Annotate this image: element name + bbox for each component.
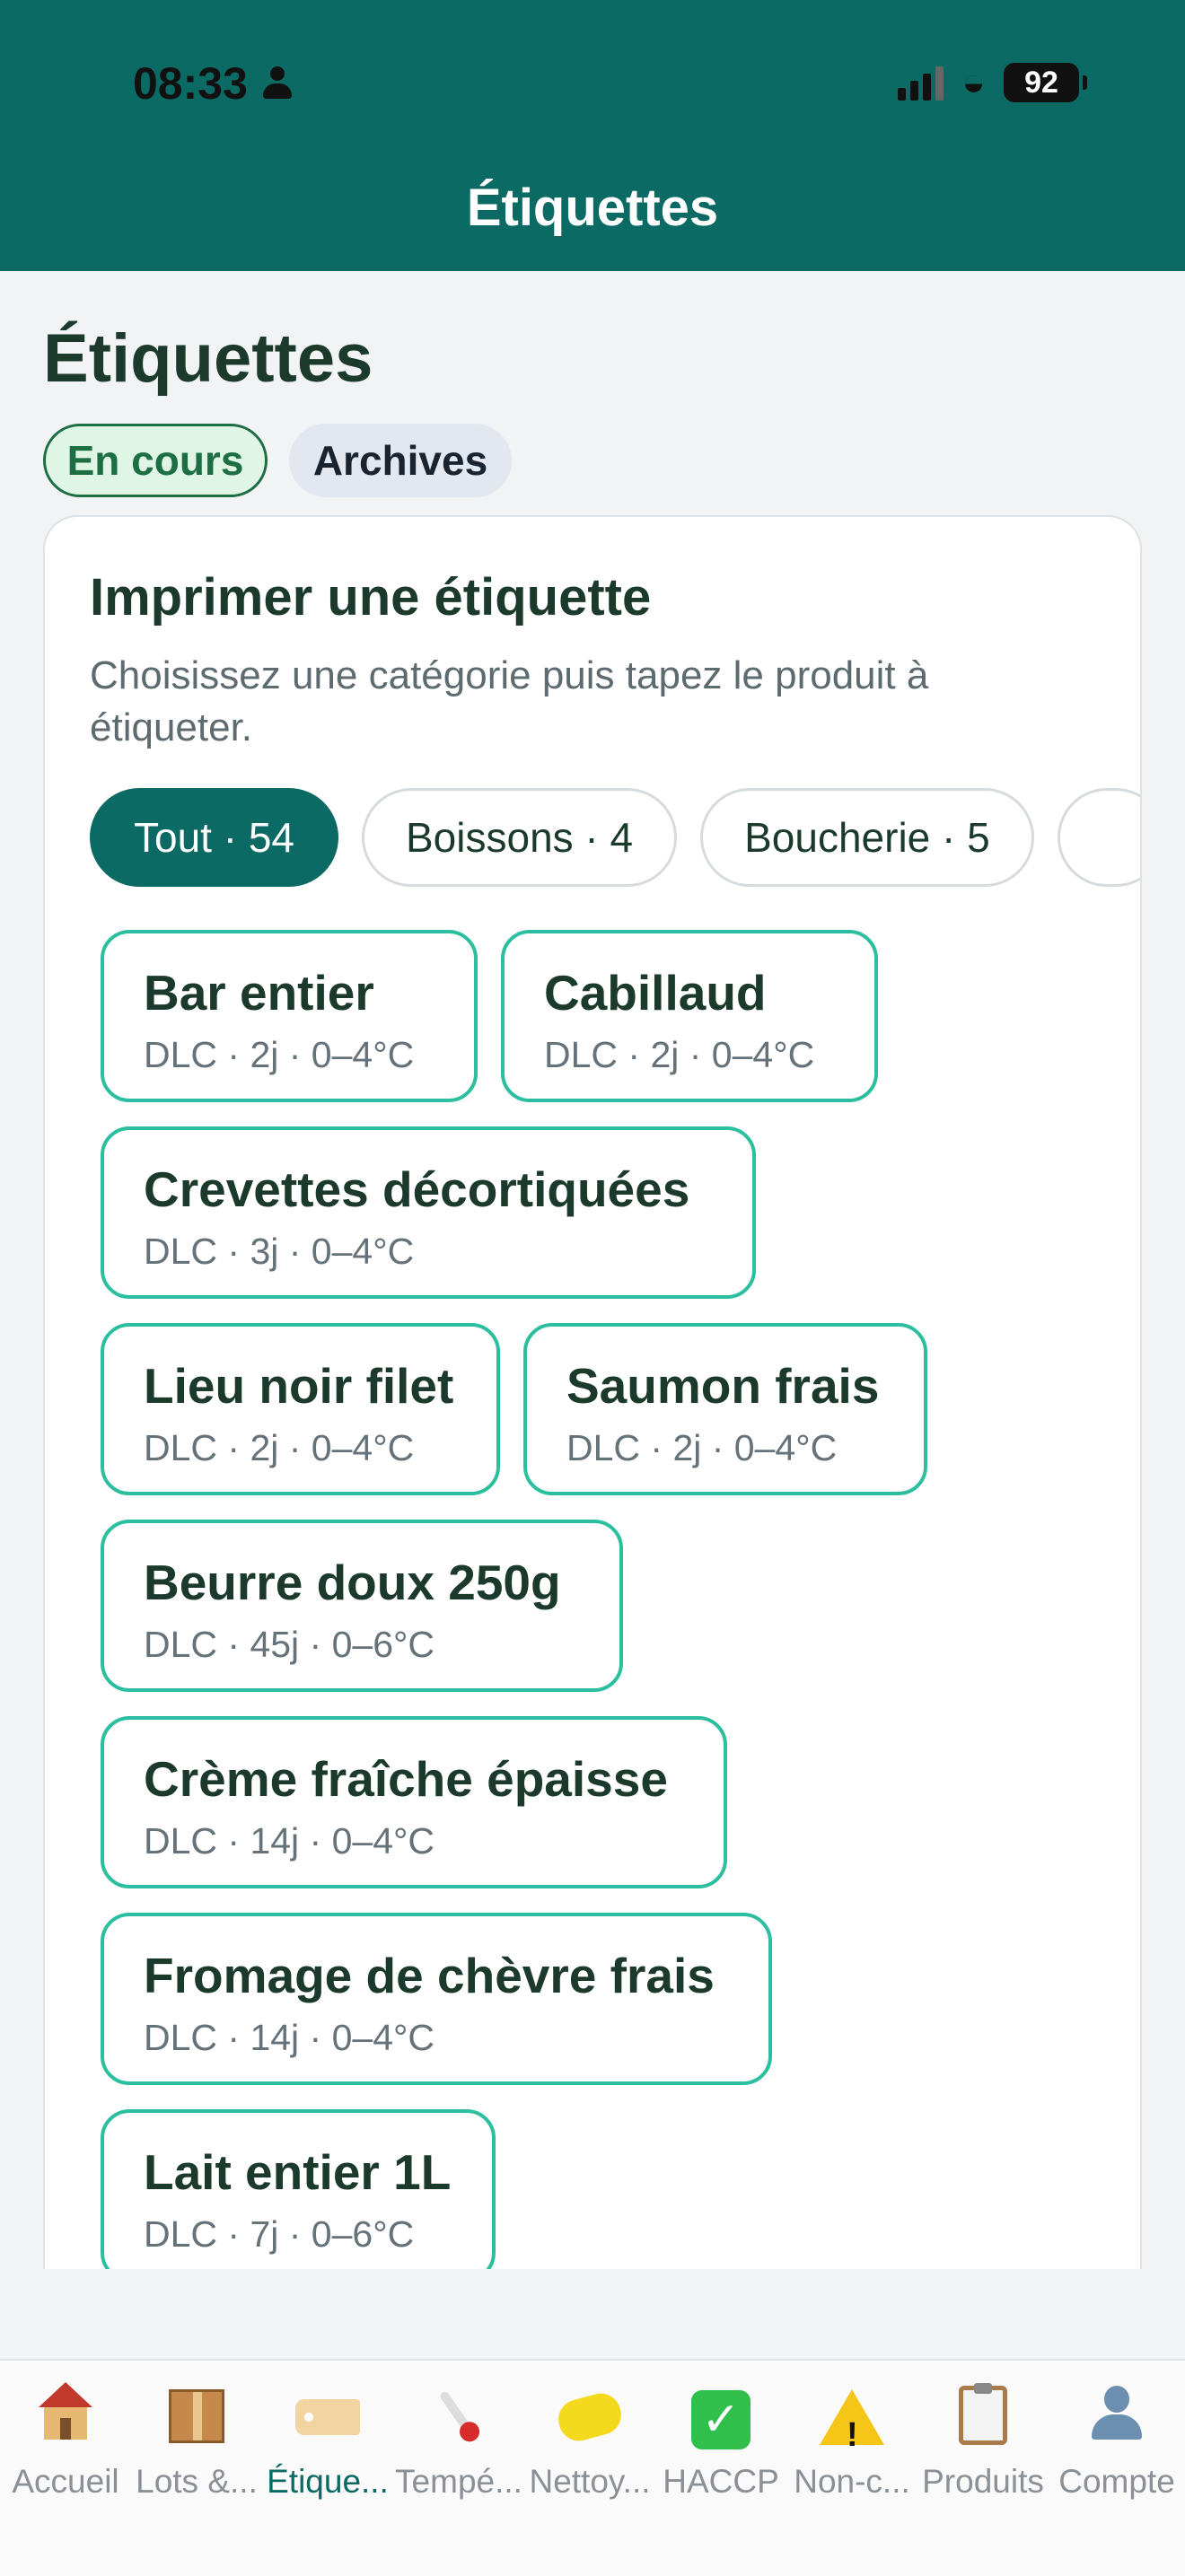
thermometer-icon (393, 2382, 524, 2449)
product-name: Lieu noir filet (144, 1358, 454, 1414)
person-icon (262, 66, 293, 101)
clipboard-icon (917, 2382, 1049, 2449)
product-name: Crème fraîche épaisse (144, 1751, 668, 1807)
product-name: Saumon frais (566, 1358, 880, 1414)
category-chip-boissons[interactable]: Boissons · 4 (362, 788, 678, 887)
tab-produits[interactable]: Produits (917, 2382, 1049, 2501)
tab-label: Nettoy... (529, 2463, 651, 2500)
tab-compte[interactable]: Compte (1049, 2382, 1185, 2501)
tab-accueil[interactable]: Accueil (0, 2382, 131, 2501)
category-chip-boucherie[interactable]: Boucherie · 5 (700, 788, 1034, 887)
battery-icon: 92 (1004, 63, 1087, 102)
tab-label: HACCP (663, 2463, 779, 2500)
tab-label: Accueil (12, 2463, 119, 2500)
warning-icon: ! (786, 2382, 917, 2454)
product-name: Crevettes décortiquées (144, 1161, 690, 1217)
navigation-title: Étiquettes (466, 179, 719, 237)
status-bar-time: 08:33 (133, 57, 293, 110)
product-name: Beurre doux 250g (144, 1555, 561, 1610)
category-filter-bar[interactable]: Tout · 54 Boissons · 4 Boucherie · 5 (90, 788, 1140, 890)
product-meta: DLC · 45j · 0–6°C (144, 1624, 435, 1665)
card-description: Choisissez une catégorie puis tapez le p… (90, 653, 929, 749)
product-name: Cabillaud (544, 965, 767, 1021)
product-meta: DLC · 7j · 0–6°C (144, 2213, 415, 2255)
house-icon (0, 2382, 131, 2449)
product-button[interactable]: Lait entier 1L DLC · 7j · 0–6°C (101, 2109, 496, 2269)
package-icon (131, 2382, 262, 2449)
product-list: Bar entier DLC · 2j · 0–4°C Cabillaud DL… (101, 930, 1106, 2269)
product-meta: DLC · 14j · 0–4°C (144, 1820, 435, 1862)
segment-archives[interactable]: Archives (289, 424, 512, 497)
product-name: Bar entier (144, 965, 374, 1021)
product-meta: DLC · 2j · 0–4°C (544, 1034, 815, 1075)
category-chip-next[interactable] (1057, 788, 1140, 887)
tab-etiquettes[interactable]: Étique... (262, 2382, 393, 2501)
product-meta: DLC · 14j · 0–4°C (144, 2017, 435, 2058)
product-name: Lait entier 1L (144, 2144, 452, 2200)
wifi-icon: ◒ (961, 60, 986, 104)
product-meta: DLC · 2j · 0–4°C (144, 1034, 415, 1075)
clock-text: 08:33 (133, 58, 248, 109)
sponge-icon (524, 2382, 655, 2449)
product-meta: DLC · 3j · 0–4°C (144, 1231, 415, 1272)
tab-label: Compte (1058, 2463, 1175, 2500)
product-name: Fromage de chèvre frais (144, 1948, 715, 2003)
product-meta: DLC · 2j · 0–4°C (566, 1427, 838, 1468)
user-icon (1049, 2382, 1185, 2449)
status-bar-indicators: ◒ 92 (898, 60, 1087, 104)
label-tag-icon (262, 2382, 393, 2449)
tab-temperatures[interactable]: Tempé... (393, 2382, 524, 2501)
product-button[interactable]: Saumon frais DLC · 2j · 0–4°C (523, 1323, 927, 1495)
product-button[interactable]: Crevettes décortiquées DLC · 3j · 0–4°C (101, 1126, 756, 1299)
tab-label: Étique... (267, 2463, 389, 2500)
tab-label: Produits (922, 2463, 1044, 2500)
tab-label: Tempé... (395, 2463, 522, 2500)
tab-haccp[interactable]: ✓ HACCP (655, 2382, 786, 2501)
segment-en-cours[interactable]: En cours (43, 424, 268, 497)
check-mark-icon: ✓ (655, 2382, 786, 2449)
tab-label: Lots &... (136, 2463, 258, 2500)
card-title: Imprimer une étiquette (90, 568, 652, 626)
cellular-signal-icon (898, 65, 944, 101)
tab-non-conformites[interactable]: ! Non-c... (786, 2382, 917, 2501)
page-title: Étiquettes (43, 320, 373, 397)
product-button[interactable]: Fromage de chèvre frais DLC · 14j · 0–4°… (101, 1913, 772, 2085)
tab-nettoyage[interactable]: Nettoy... (524, 2382, 655, 2501)
product-button[interactable]: Bar entier DLC · 2j · 0–4°C (101, 930, 478, 1102)
battery-level: 92 (1024, 65, 1058, 100)
product-button[interactable]: Cabillaud DLC · 2j · 0–4°C (501, 930, 878, 1102)
print-label-card: Imprimer une étiquette Choisissez une ca… (43, 515, 1142, 2269)
tab-label: Non-c... (794, 2463, 910, 2500)
product-meta: DLC · 2j · 0–4°C (144, 1427, 415, 1468)
product-button[interactable]: Lieu noir filet DLC · 2j · 0–4°C (101, 1323, 500, 1495)
tab-lots[interactable]: Lots &... (131, 2382, 262, 2501)
product-button[interactable]: Crème fraîche épaisse DLC · 14j · 0–4°C (101, 1716, 727, 1888)
product-button[interactable]: Beurre doux 250g DLC · 45j · 0–6°C (101, 1520, 623, 1692)
bottom-tab-bar: Accueil Lots &... Étique... Tempé... Net… (0, 2359, 1185, 2576)
category-chip-tout[interactable]: Tout · 54 (90, 788, 338, 887)
app-header: 08:33 ◒ 92 Étiquettes (0, 0, 1185, 271)
